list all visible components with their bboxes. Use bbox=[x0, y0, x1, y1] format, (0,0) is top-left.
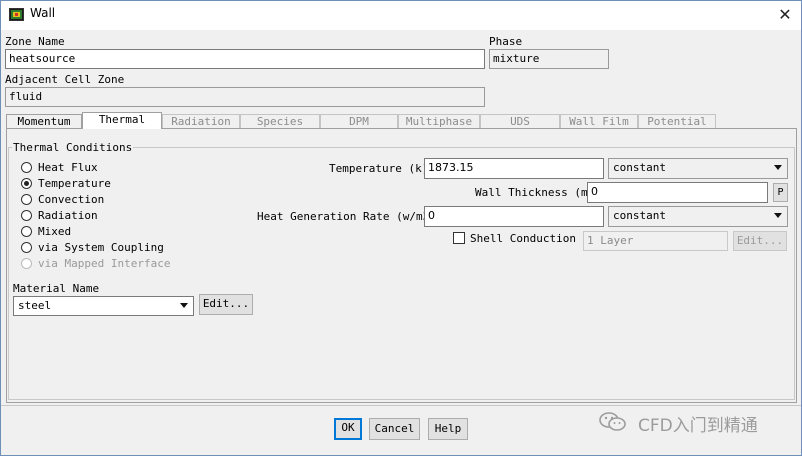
tab-potential: Potential bbox=[638, 114, 716, 129]
wechat-icon bbox=[599, 412, 626, 431]
heat-generation-rate-input[interactable]: 0 bbox=[424, 206, 604, 227]
watermark: CFD入门到精通 bbox=[598, 410, 788, 436]
radio-label: via Mapped Interface bbox=[38, 257, 171, 270]
radio-circle[interactable] bbox=[21, 210, 32, 221]
radio-label: Convection bbox=[38, 193, 105, 206]
thermal-conditions-title: Thermal Conditions bbox=[12, 141, 134, 154]
radio-label: Radiation bbox=[38, 209, 98, 222]
wall-thickness-parameter-button[interactable]: P bbox=[773, 183, 788, 202]
tab-wall-film: Wall Film bbox=[560, 114, 638, 129]
chevron-down-icon bbox=[180, 303, 188, 308]
shell-conduction-checkbox[interactable] bbox=[453, 232, 465, 244]
ok-button[interactable]: OK bbox=[334, 418, 362, 440]
shell-layers-field: 1 Layer bbox=[583, 231, 728, 251]
phase-field: mixture bbox=[489, 49, 609, 69]
radio-via-system-coupling[interactable]: via System Coupling bbox=[21, 241, 181, 256]
watermark-text: CFD入门到精通 bbox=[638, 416, 758, 436]
tab-radiation: Radiation bbox=[162, 114, 240, 129]
shell-conduction-label: Shell Conduction bbox=[470, 232, 576, 245]
app-icon bbox=[9, 8, 24, 21]
radio-circle[interactable] bbox=[21, 162, 32, 173]
adjacent-cell-zone-field: fluid bbox=[5, 87, 485, 107]
radio-circle[interactable] bbox=[21, 194, 32, 205]
material-name-value: steel bbox=[18, 299, 52, 312]
chevron-down-icon bbox=[774, 165, 782, 170]
radio-label: via System Coupling bbox=[38, 241, 164, 254]
cancel-button[interactable]: Cancel bbox=[369, 418, 420, 440]
chevron-down-icon bbox=[774, 213, 782, 218]
radio-circle-disabled bbox=[21, 258, 32, 269]
tab-multiphase: Multiphase bbox=[398, 114, 480, 129]
radio-label: Temperature bbox=[38, 177, 111, 190]
radio-circle-selected[interactable] bbox=[21, 178, 32, 189]
radio-heat-flux[interactable]: Heat Flux bbox=[21, 161, 171, 176]
temperature-method-value: constant bbox=[613, 161, 666, 174]
help-button[interactable]: Help bbox=[428, 418, 468, 440]
heat-generation-method-value: constant bbox=[613, 209, 666, 222]
phase-label: Phase bbox=[489, 35, 523, 48]
material-name-label: Material Name bbox=[13, 282, 100, 295]
temperature-method-select[interactable]: constant bbox=[608, 158, 788, 179]
temperature-label: Temperature (k) bbox=[329, 162, 429, 175]
title-bar[interactable] bbox=[1, 1, 801, 30]
wall-thickness-input[interactable]: 0 bbox=[587, 182, 768, 203]
material-name-select[interactable]: steel bbox=[13, 296, 194, 316]
zone-name-input[interactable]: heatsource bbox=[5, 49, 485, 69]
radio-circle[interactable] bbox=[21, 226, 32, 237]
heat-generation-method-select[interactable]: constant bbox=[608, 206, 788, 227]
tab-uds: UDS bbox=[480, 114, 560, 129]
radio-mixed[interactable]: Mixed bbox=[21, 225, 171, 240]
adjacent-cell-zone-label: Adjacent Cell Zone bbox=[5, 73, 125, 86]
radio-label: Heat Flux bbox=[38, 161, 98, 174]
tab-thermal[interactable]: Thermal bbox=[82, 112, 162, 129]
zone-name-label: Zone Name bbox=[5, 35, 65, 48]
radio-circle[interactable] bbox=[21, 242, 32, 253]
window-title: Wall bbox=[30, 6, 56, 20]
shell-layers-edit-button: Edit... bbox=[733, 231, 787, 251]
close-icon[interactable]: ✕ bbox=[774, 4, 796, 26]
radio-convection[interactable]: Convection bbox=[21, 193, 171, 208]
material-edit-button[interactable]: Edit... bbox=[199, 294, 253, 315]
heat-generation-rate-label: Heat Generation Rate (w/m3) bbox=[257, 210, 436, 223]
wall-thickness-label: Wall Thickness (m) bbox=[475, 186, 595, 199]
radio-label: Mixed bbox=[38, 225, 72, 238]
radio-temperature[interactable]: Temperature bbox=[21, 177, 171, 192]
radio-radiation[interactable]: Radiation bbox=[21, 209, 171, 224]
bottom-separator bbox=[1, 405, 801, 406]
tab-species: Species bbox=[240, 114, 320, 129]
radio-via-mapped-interface: via Mapped Interface bbox=[21, 257, 181, 272]
tab-momentum[interactable]: Momentum bbox=[6, 114, 82, 129]
tab-dpm: DPM bbox=[320, 114, 398, 129]
temperature-input[interactable]: 1873.15 bbox=[424, 158, 604, 179]
